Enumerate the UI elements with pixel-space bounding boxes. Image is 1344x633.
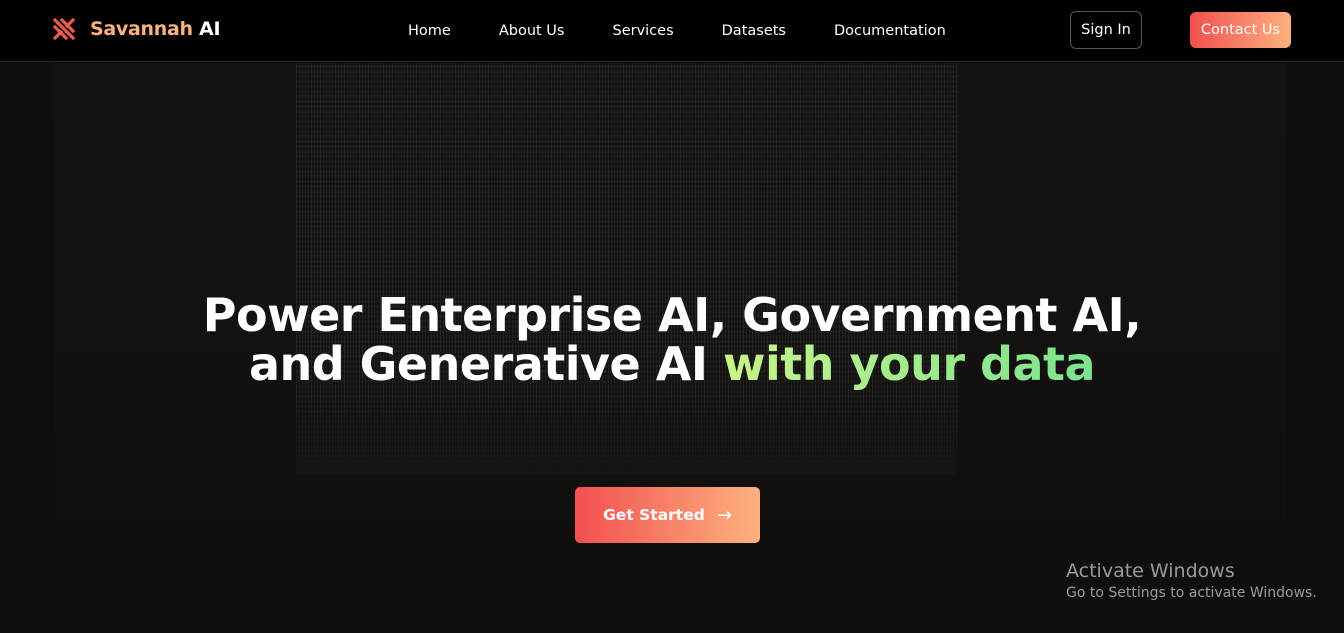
nav-link-home[interactable]: Home xyxy=(384,23,475,39)
main-nav: Home About Us Services Datasets Document… xyxy=(384,0,970,62)
logo[interactable]: Savannah AI xyxy=(52,17,221,41)
brand-name-part1: Savannah xyxy=(90,18,193,40)
get-started-label: Get Started xyxy=(603,506,705,524)
nav-link-services[interactable]: Services xyxy=(588,23,697,39)
nav-link-documentation[interactable]: Documentation xyxy=(810,23,970,39)
windows-activation-watermark: Activate Windows Go to Settings to activ… xyxy=(1066,560,1317,604)
watermark-title: Activate Windows xyxy=(1066,560,1235,582)
watermark-subtitle: Go to Settings to activate Windows. xyxy=(1066,585,1317,601)
page: Savannah AI Home About Us Services Datas… xyxy=(0,0,1344,633)
brand-name: Savannah AI xyxy=(90,18,221,40)
hero-headline: Power Enterprise AI, Government AI, and … xyxy=(0,291,1344,389)
nav-link-datasets[interactable]: Datasets xyxy=(698,23,810,39)
nav-link-about-us[interactable]: About Us xyxy=(475,23,589,39)
headline-line2: and Generative AI xyxy=(248,337,723,391)
arrow-right-icon: → xyxy=(716,504,732,526)
savannah-logo-icon xyxy=(52,17,76,41)
headline-highlight: with your data xyxy=(722,337,1096,391)
headline-line1: Power Enterprise AI, Government AI, xyxy=(202,288,1142,342)
top-navbar: Savannah AI Home About Us Services Datas… xyxy=(0,0,1344,62)
brand-name-part2: AI xyxy=(199,18,221,40)
hero-texture-fade xyxy=(296,63,958,475)
hero-section: Power Enterprise AI, Government AI, and … xyxy=(0,63,1344,633)
get-started-button[interactable]: Get Started → xyxy=(575,487,760,543)
sign-in-button[interactable]: Sign In xyxy=(1070,11,1142,49)
contact-us-button[interactable]: Contact Us xyxy=(1190,12,1291,48)
